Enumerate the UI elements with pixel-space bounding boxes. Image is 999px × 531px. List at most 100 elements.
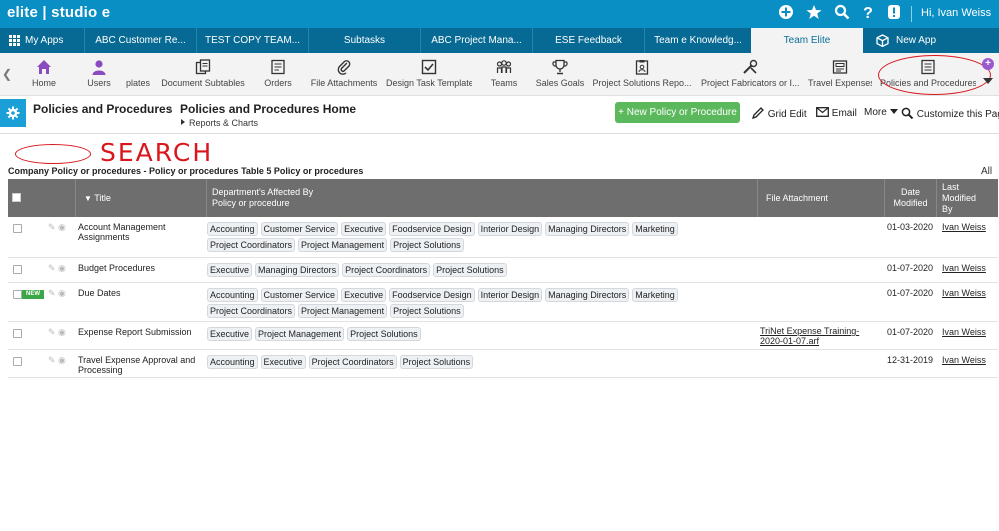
tab-abc-customer[interactable]: ABC Customer Re...: [84, 28, 196, 53]
row-title[interactable]: Due Dates: [78, 288, 203, 298]
last-modified-by-link[interactable]: Ivan Weiss: [942, 263, 986, 273]
tab-my-apps[interactable]: My Apps: [0, 28, 78, 53]
header-file-attachment[interactable]: File Attachment: [758, 179, 885, 217]
department-tag: Marketing: [632, 288, 678, 302]
tab-ese-feedback[interactable]: ESE Feedback: [532, 28, 644, 53]
trophy-icon: [552, 59, 568, 75]
nav-document-subtables[interactable]: Document Subtables: [160, 53, 246, 96]
add-icon[interactable]: [776, 4, 796, 24]
last-modified-by-link[interactable]: Ivan Weiss: [942, 355, 986, 365]
view-icon[interactable]: ◉: [56, 327, 66, 337]
view-icon[interactable]: ◉: [56, 355, 66, 365]
table-row[interactable]: ✎ ◉ Budget Procedures Executive Managing Di…: [8, 258, 998, 283]
app-breadcrumb[interactable]: Policies and Procedures: [33, 102, 172, 116]
nav-templates[interactable]: plates: [126, 53, 152, 96]
last-modified-by-link[interactable]: Ivan Weiss: [942, 222, 986, 232]
select-all-checkbox[interactable]: [12, 193, 21, 202]
add-table-icon[interactable]: +: [982, 58, 994, 70]
table-row[interactable]: ✎ ◉ Expense Report Submission Executive Pro…: [8, 322, 998, 350]
edit-icon[interactable]: ✎: [48, 263, 56, 273]
user-greeting[interactable]: Hi, Ivan Weiss: [921, 7, 991, 19]
more-menu[interactable]: More: [864, 107, 898, 118]
checkbox-icon: [421, 59, 437, 75]
date-modified: 12-31-2019: [887, 355, 934, 365]
tab-team-e-knowledge[interactable]: Team e Knowledg...: [644, 28, 751, 53]
row-checkbox[interactable]: [13, 224, 22, 233]
row-checkbox[interactable]: [13, 265, 22, 274]
scroll-left-button[interactable]: ❮: [0, 53, 14, 96]
nav-sales-goals[interactable]: Sales Goals: [534, 53, 586, 96]
row-checkbox[interactable]: [13, 329, 22, 338]
annotation-highlight-circle: [878, 55, 991, 95]
gear-icon: [6, 106, 20, 120]
search-icon[interactable]: [832, 4, 852, 24]
row-title[interactable]: Budget Procedures: [78, 263, 203, 273]
nav-project-solutions-repo[interactable]: Project Solutions Repo...: [592, 53, 692, 96]
table-row[interactable]: ✎ ◉ Travel Expense Approval and Processin…: [8, 350, 998, 378]
customize-page-button[interactable]: Customize this Page: [901, 107, 999, 120]
settings-button[interactable]: [0, 99, 26, 127]
date-modified: 01-03-2020: [887, 222, 934, 232]
last-modified-by-link[interactable]: Ivan Weiss: [942, 288, 986, 298]
last-modified-by-link[interactable]: Ivan Weiss: [942, 327, 986, 337]
nav-teams[interactable]: Teams: [484, 53, 524, 96]
edit-icon[interactable]: ✎: [48, 327, 56, 337]
all-link[interactable]: All: [981, 166, 992, 177]
department-tags: Accounting Customer Service Executive Foods…: [207, 288, 755, 318]
nav-home[interactable]: Home: [22, 53, 66, 96]
table-row[interactable]: NEW ✎ ◉ Due Dates Accounting Customer Servic…: [8, 283, 998, 322]
row-title[interactable]: Travel Expense Approval and Processing: [78, 355, 203, 375]
nav-design-task-template[interactable]: Design Task Template: [386, 53, 472, 96]
department-tag: Executive: [341, 222, 387, 236]
header-date-modified[interactable]: Date Modified: [885, 179, 937, 217]
edit-icon[interactable]: ✎: [48, 355, 56, 365]
nav-file-attachments[interactable]: File Attachments: [308, 53, 380, 96]
header-title[interactable]: ▼ Title: [76, 179, 207, 217]
grid-edit-label: Grid Edit: [767, 109, 807, 120]
row-checkbox[interactable]: [13, 290, 22, 299]
row-title[interactable]: Account Management Assignments: [78, 222, 203, 242]
tab-test-copy-team[interactable]: TEST COPY TEAM...: [196, 28, 308, 53]
date-modified: 01-07-2020: [887, 327, 934, 337]
brand-logo[interactable]: elite | studio e: [7, 4, 110, 21]
header-departments[interactable]: Department's Affected By Policy or proce…: [207, 179, 758, 217]
reports-charts-link[interactable]: Reports & Charts: [181, 118, 258, 128]
nav-orders[interactable]: Orders: [258, 53, 298, 96]
cube-icon: [876, 34, 889, 47]
annotation-search-text: SEARCH: [100, 138, 214, 167]
row-actions: ✎ ◉: [48, 288, 66, 299]
alert-icon[interactable]: [884, 4, 904, 24]
table-row[interactable]: ✎ ◉ Account Management Assignments Account…: [8, 217, 998, 258]
grid-edit-button[interactable]: Grid Edit: [751, 107, 807, 120]
department-tag: Project Solutions: [390, 304, 464, 318]
edit-icon[interactable]: ✎: [48, 222, 56, 232]
row-checkbox[interactable]: [13, 357, 22, 366]
nav-label: Travel Expenses: [808, 78, 872, 88]
tab-team-elite[interactable]: Team Elite: [751, 28, 863, 53]
caret-down-icon: [889, 109, 898, 114]
grid-icon: [9, 35, 20, 46]
tab-abc-project[interactable]: ABC Project Mana...: [420, 28, 532, 53]
new-policy-button[interactable]: + New Policy or Procedure: [615, 102, 740, 123]
view-icon[interactable]: ◉: [56, 222, 66, 232]
nav-label: Project Solutions Repo...: [592, 78, 692, 88]
view-icon[interactable]: ◉: [56, 288, 66, 298]
row-title[interactable]: Expense Report Submission: [78, 327, 203, 337]
star-icon[interactable]: [804, 4, 824, 24]
header-last-modified-by[interactable]: Last Modified By: [937, 179, 998, 217]
tab-new-app[interactable]: New App: [867, 28, 999, 53]
help-icon[interactable]: ?: [858, 4, 878, 24]
nav-label: Teams: [490, 78, 518, 88]
department-tag: Project Management: [255, 327, 345, 341]
file-attachment-link[interactable]: TriNet Expense Training-2020-01-07.arf: [760, 326, 880, 346]
more-tables-caret-icon[interactable]: [983, 78, 993, 84]
nav-travel-expenses[interactable]: Travel Expenses: [808, 53, 872, 96]
email-button[interactable]: Email: [816, 107, 857, 119]
nav-users[interactable]: Users: [76, 53, 122, 96]
tab-subtasks[interactable]: Subtasks: [308, 28, 420, 53]
nav-project-fabricators[interactable]: Project Fabricators or I...: [701, 53, 799, 96]
nav-label: Sales Goals: [535, 78, 585, 88]
edit-icon[interactable]: ✎: [48, 288, 56, 298]
nav-label: plates: [126, 78, 151, 88]
view-icon[interactable]: ◉: [56, 263, 66, 273]
